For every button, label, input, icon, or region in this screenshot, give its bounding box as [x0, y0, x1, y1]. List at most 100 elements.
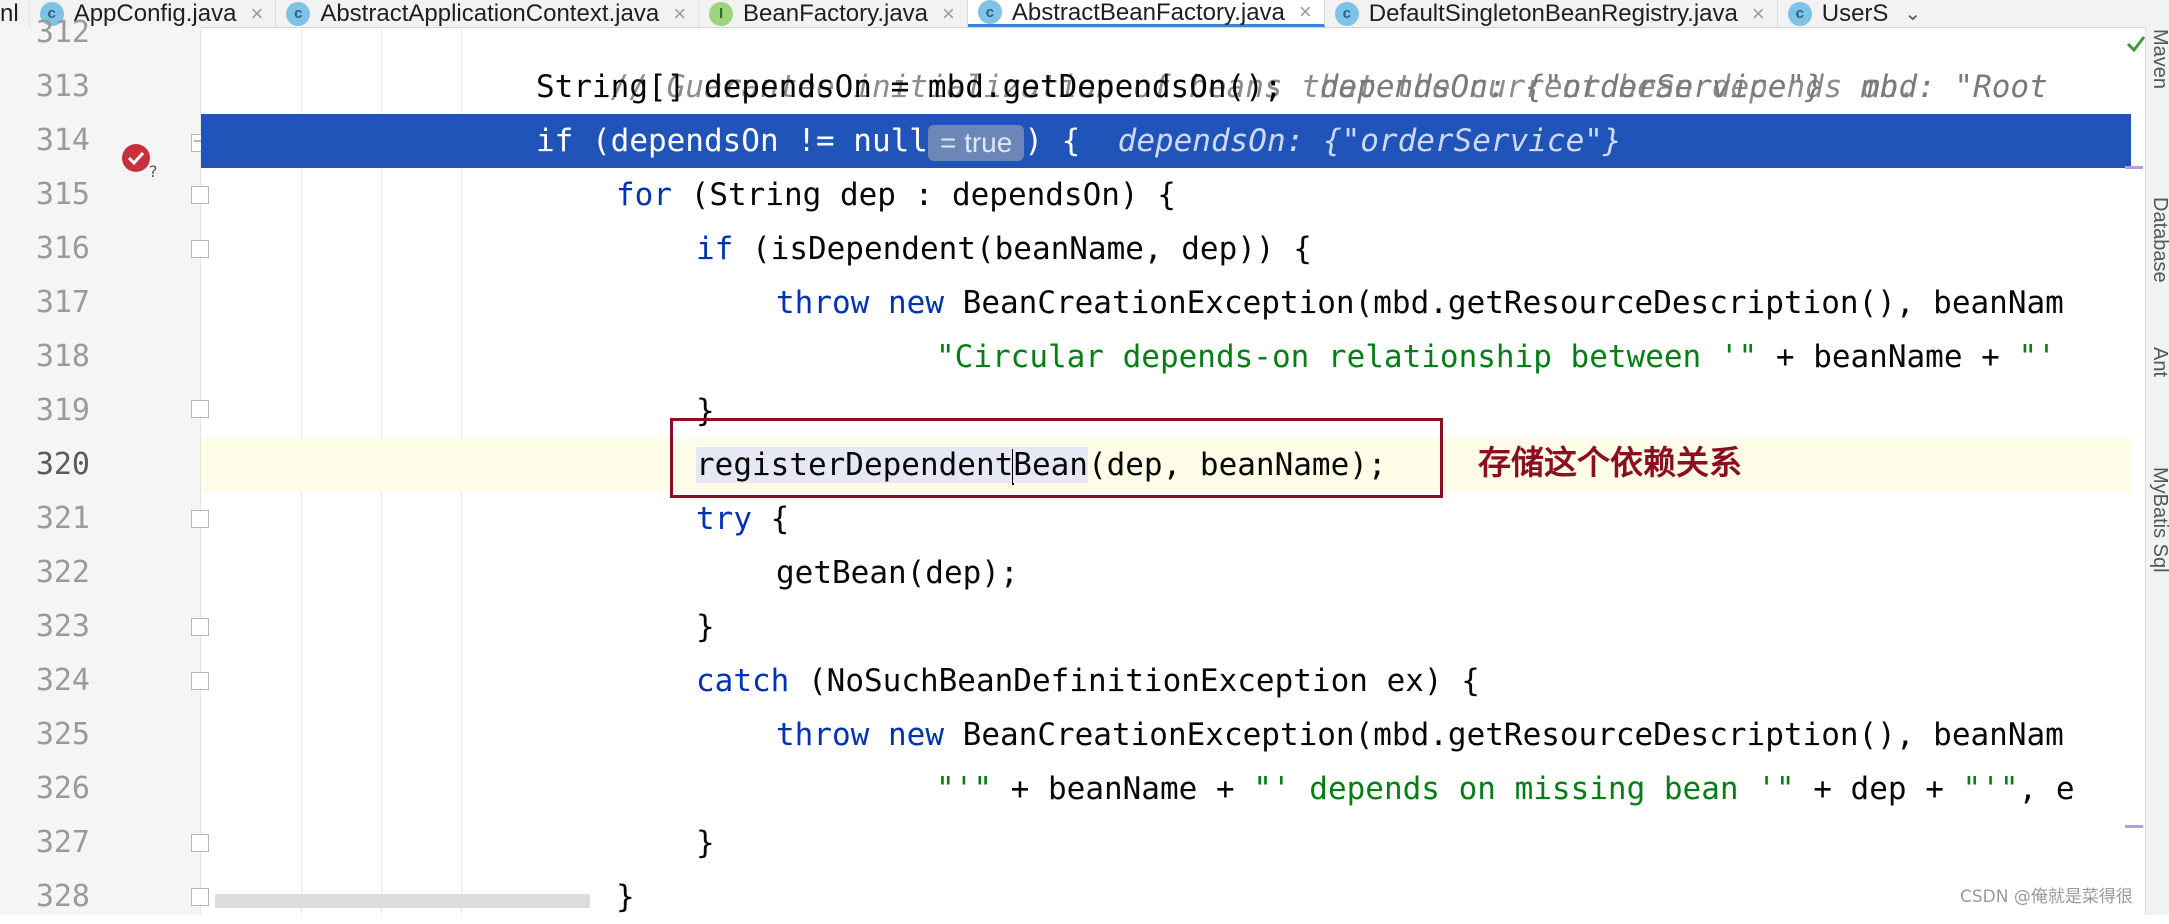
- code-text: + beanName +: [1757, 339, 2019, 375]
- code-line-327: }: [201, 816, 2131, 870]
- tab-default-singleton-bean-registry[interactable]: c DefaultSingletonBeanRegistry.java ×: [1325, 0, 1778, 27]
- code-line-315: for (String dep : dependsOn) {: [201, 168, 2131, 222]
- line-number: 327: [35, 825, 90, 860]
- horizontal-scrollbar[interactable]: [215, 894, 590, 908]
- code-text: ) {: [1024, 123, 1081, 159]
- line-number: 323: [35, 609, 90, 644]
- code-line-323: }: [201, 600, 2131, 654]
- tab-abstract-bean-factory[interactable]: c AbstractBeanFactory.java ×: [967, 0, 1325, 27]
- tab-label: AbstractApplicationContext.java: [320, 0, 660, 27]
- java-class-icon: c: [977, 0, 1002, 24]
- line-number: 321: [35, 501, 90, 536]
- code-text: BeanCreationException(mbd.getResourceDes…: [944, 717, 2064, 753]
- code-line-328: }: [201, 870, 2131, 915]
- line-number: 317: [35, 285, 90, 320]
- code-line-321: try {: [201, 492, 2131, 546]
- tab-abstract-application-context[interactable]: c AbstractApplicationContext.java ×: [276, 0, 700, 27]
- svg-text:?: ?: [149, 162, 158, 180]
- watermark-text: CSDN @俺就是菜得很: [1960, 887, 2133, 907]
- line-number: 328: [35, 879, 90, 914]
- scroll-marker: [2125, 825, 2143, 828]
- code-string: "Circular depends-on relationship betwee…: [936, 339, 1758, 375]
- code-text: (NoSuchBeanDefinitionException ex) {: [789, 663, 1480, 699]
- tool-window-ant[interactable]: Ant: [2148, 347, 2169, 377]
- code-line-312: // Guarantee initialization of beans tha…: [536, 27, 2131, 105]
- code-keyword: for: [616, 177, 672, 213]
- code-text: (dependsOn != null: [573, 123, 928, 159]
- code-string: "'": [936, 771, 992, 807]
- code-line-317: throw new BeanCreationException(mbd.getR…: [201, 276, 2131, 330]
- tab-label: AppConfig.java: [73, 0, 237, 27]
- code-text: }: [696, 609, 715, 645]
- java-class-icon: c: [1787, 1, 1812, 26]
- check-icon: [2126, 36, 2146, 53]
- tab-label: BeanFactory.java: [743, 0, 929, 27]
- code-text: getBean(dep);: [776, 555, 1019, 591]
- line-number: 319: [35, 393, 90, 428]
- code-keyword: if: [696, 231, 734, 267]
- tab-user-service[interactable]: c UserS ⌄: [1778, 0, 1933, 27]
- close-icon[interactable]: ×: [250, 1, 263, 27]
- code-keyword: catch: [696, 663, 790, 699]
- code-text: , e: [2018, 771, 2075, 807]
- code-line-324: catch (NoSuchBeanDefinitionException ex)…: [201, 654, 2131, 708]
- close-icon[interactable]: ×: [942, 1, 955, 27]
- code-text: (isDependent(beanName, dep)) {: [733, 231, 1312, 267]
- tool-window-maven[interactable]: Maven: [2148, 29, 2169, 89]
- tool-window-database[interactable]: Database: [2148, 197, 2169, 283]
- line-number: 314: [35, 123, 90, 158]
- code-line-318: "Circular depends-on relationship betwee…: [201, 330, 2131, 384]
- line-number: 322: [35, 555, 90, 590]
- code-line-326: "'" + beanName + "' depends on missing b…: [201, 762, 2131, 816]
- java-class-icon: c: [286, 1, 311, 26]
- code-text: (String dep : dependsOn) {: [672, 177, 1176, 213]
- line-number: 324: [35, 663, 90, 698]
- code-keyword: if: [536, 123, 574, 159]
- code-text: + dep +: [1794, 771, 1963, 807]
- annotation-text: 存储这个依赖关系: [1478, 443, 1742, 482]
- code-text: String[] dependsOn = mbd.getDependsOn();: [536, 69, 1283, 105]
- java-class-icon: c: [1334, 1, 1359, 26]
- close-icon[interactable]: ×: [673, 1, 686, 27]
- editor-tab-bar: nl c AppConfig.java × c AbstractApplicat…: [0, 0, 2169, 28]
- code-keyword: throw: [776, 285, 870, 321]
- tab-bean-factory[interactable]: I BeanFactory.java ×: [699, 0, 968, 27]
- chevron-down-icon[interactable]: ⌄: [1904, 1, 1921, 26]
- line-number: 320: [35, 447, 90, 482]
- inline-value-badge[interactable]: = true: [927, 124, 1025, 161]
- editor-gutter[interactable]: 312 313 314 315 316 317 318 319 320 321 …: [0, 15, 201, 915]
- line-number: 318: [35, 339, 90, 374]
- close-icon[interactable]: ×: [1299, 0, 1312, 25]
- line-number: 326: [35, 771, 90, 806]
- debug-inline-hint: dependsOn: {"orderService"}: [1117, 123, 1622, 159]
- tab-label: AbstractBeanFactory.java: [1011, 0, 1285, 26]
- code-text: {: [752, 501, 790, 537]
- right-tool-strip: Maven Database Ant MyBatis Sql: [2145, 27, 2169, 915]
- code-keyword: try: [696, 501, 752, 537]
- annotation-box: [670, 418, 1443, 498]
- code-text: + beanName +: [992, 771, 1254, 807]
- line-number: 312: [35, 15, 90, 50]
- code-line-314-execution-point: if (dependsOn != null = true) { dependsOn…: [201, 114, 2131, 168]
- code-line-313: String[] dependsOn = mbd.getDependsOn();…: [201, 60, 2131, 114]
- code-text: }: [696, 825, 715, 861]
- breakpoint-icon[interactable]: ?: [120, 140, 160, 180]
- tab-label: DefaultSingletonBeanRegistry.java: [1368, 0, 1738, 27]
- code-line-316: if (isDependent(beanName, dep)) {: [201, 222, 2131, 276]
- scroll-marker: [2125, 166, 2143, 169]
- close-icon[interactable]: ×: [1752, 1, 1765, 27]
- line-number: 313: [35, 69, 90, 104]
- java-interface-icon: I: [709, 1, 734, 26]
- code-line-322: getBean(dep);: [201, 546, 2131, 600]
- tab-label: UserS: [1821, 0, 1889, 27]
- tool-window-mybatis[interactable]: MyBatis Sql: [2148, 467, 2169, 573]
- code-keyword: new: [888, 285, 944, 321]
- code-line-325: throw new BeanCreationException(mbd.getR…: [201, 708, 2131, 762]
- code-text: }: [616, 879, 635, 915]
- code-text: BeanCreationException(mbd.getResourceDes…: [944, 285, 2064, 321]
- debug-inline-hint: dependsOn: {"orderService"} mbd: "Root: [1319, 69, 2048, 105]
- code-string: "'": [1962, 771, 2019, 807]
- code-string: "': [2018, 339, 2056, 375]
- line-number: 315: [35, 177, 90, 212]
- code-string: "' depends on missing bean '": [1253, 771, 1795, 807]
